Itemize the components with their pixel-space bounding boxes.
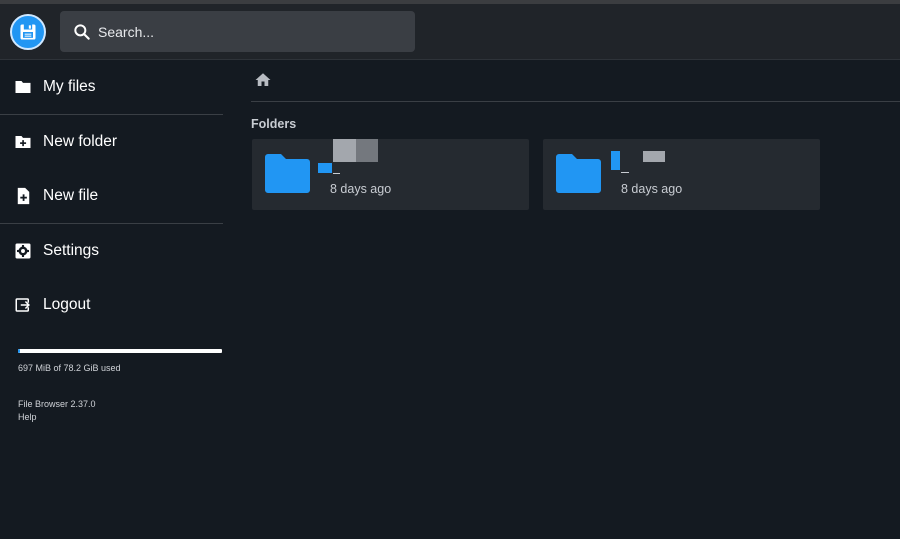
sidebar-item-label: New folder xyxy=(43,133,118,150)
folder-item[interactable]: 8 days ago xyxy=(543,139,820,210)
floppy-disk-icon xyxy=(20,24,36,40)
sidebar-item-settings[interactable]: Settings xyxy=(0,224,223,278)
file-listing: Folders 8 days ago 8 days ago xyxy=(251,60,900,539)
search-box[interactable] xyxy=(60,11,415,52)
folder-modified: 8 days ago xyxy=(621,182,683,196)
folder-name xyxy=(318,139,468,174)
help-link[interactable]: Help xyxy=(18,412,37,422)
sidebar-item-my-files[interactable]: My files xyxy=(0,60,223,114)
storage-quota-fill xyxy=(18,349,20,353)
sidebar-item-new-folder[interactable]: New folder xyxy=(0,115,223,169)
sidebar-item-label: Logout xyxy=(43,296,91,313)
folder-modified: 8 days ago xyxy=(330,182,392,196)
search-icon xyxy=(74,24,90,40)
file-plus-icon xyxy=(14,187,32,205)
folder-name xyxy=(611,139,761,173)
sidebar-item-label: Settings xyxy=(43,242,100,259)
top-bar xyxy=(0,4,900,60)
storage-quota-bar xyxy=(18,349,222,353)
sidebar-item-logout[interactable]: Logout xyxy=(0,278,223,332)
logout-icon xyxy=(14,296,32,314)
folder-icon xyxy=(14,78,32,96)
folder-plus-icon xyxy=(14,133,32,151)
folder-icon xyxy=(556,154,601,193)
sidebar-item-new-file[interactable]: New file xyxy=(0,169,223,223)
section-title-folders: Folders xyxy=(251,117,297,131)
folder-item[interactable]: 8 days ago xyxy=(252,139,529,210)
sidebar: My files New folder New file Settings Lo… xyxy=(0,60,223,539)
search-input[interactable] xyxy=(98,11,408,52)
home-icon[interactable] xyxy=(254,71,272,89)
folder-icon xyxy=(265,154,310,193)
sidebar-item-label: New file xyxy=(43,187,99,204)
gear-icon xyxy=(14,242,32,260)
app-version: File Browser 2.37.0 xyxy=(18,399,96,409)
app-logo[interactable] xyxy=(10,14,46,50)
sidebar-item-label: My files xyxy=(43,78,96,95)
breadcrumb xyxy=(251,60,900,102)
storage-quota-text: 697 MiB of 78.2 GiB used xyxy=(18,363,121,373)
